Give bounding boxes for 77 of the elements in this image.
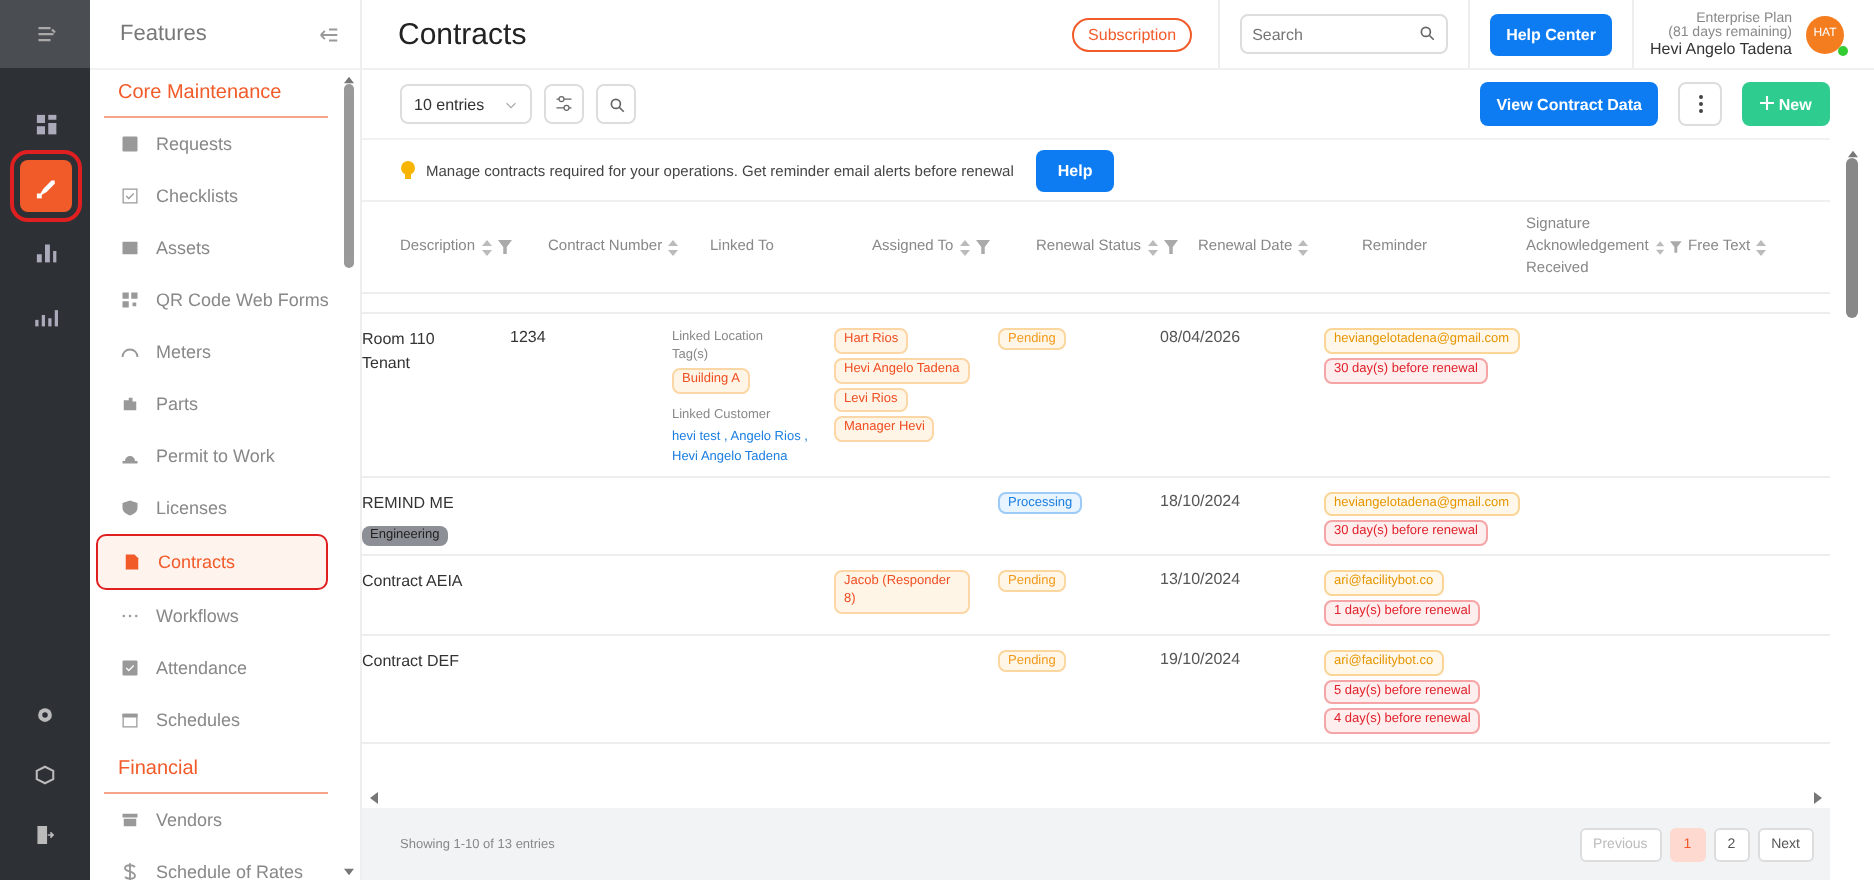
table-cell: 18/10/2024: [1160, 491, 1241, 510]
sort-icon[interactable]: [1298, 239, 1309, 255]
sort-icon[interactable]: [481, 239, 492, 255]
cube-icon: [34, 764, 56, 786]
table-cell: REMIND ME: [362, 491, 454, 516]
search-button[interactable]: [596, 84, 637, 124]
sidebar-item[interactable]: Checklists: [96, 170, 328, 222]
scrollbar-thumb[interactable]: [343, 84, 353, 268]
filter-icon[interactable]: [497, 240, 512, 254]
subscription-button[interactable]: Subscription: [1072, 17, 1193, 51]
table-cell: 1234: [510, 328, 546, 346]
panel-title: Features: [120, 22, 207, 46]
sidebar-item[interactable]: Contracts: [96, 534, 328, 590]
sliders-icon: [554, 94, 575, 114]
filter-icon[interactable]: [1163, 240, 1178, 254]
sidebar-item[interactable]: Vendors: [96, 794, 328, 846]
table-cell: Contract AEIA: [362, 570, 463, 595]
sidebar-item[interactable]: Workflows: [96, 590, 328, 642]
sidebar-item[interactable]: Licenses: [96, 482, 328, 534]
logout-icon: [34, 824, 56, 846]
dollar-icon: [120, 862, 140, 880]
sort-icon[interactable]: [1656, 239, 1665, 255]
search-field[interactable]: Search: [1240, 14, 1449, 54]
sort-icon[interactable]: [668, 239, 679, 255]
chevron-down-icon: [504, 97, 519, 111]
sidebar-item[interactable]: Parts: [96, 378, 328, 430]
view-contract-data-button[interactable]: View Contract Data: [1480, 82, 1658, 126]
sort-icon[interactable]: [959, 239, 970, 255]
document-icon: [122, 552, 142, 572]
calendar-check-icon: [120, 658, 140, 678]
table-cell: 19/10/2024: [1160, 649, 1241, 668]
scroll-right-icon[interactable]: [1814, 792, 1822, 804]
entries-dropdown[interactable]: 10 entries: [400, 84, 533, 124]
filter-icon[interactable]: [975, 240, 990, 254]
more-options-button[interactable]: [1678, 82, 1722, 126]
scrollbar-thumb[interactable]: [1846, 158, 1858, 318]
section-heading: Financial: [104, 746, 328, 794]
sidebar-item[interactable]: QR Code Web Forms: [96, 274, 328, 326]
sidebar-item[interactable]: Requests: [96, 118, 328, 170]
sort-icon[interactable]: [1756, 239, 1767, 255]
sidebar-item[interactable]: Assets: [96, 222, 328, 274]
filter-settings-button[interactable]: [544, 84, 585, 124]
table-cell: 13/10/2024: [1160, 570, 1241, 589]
table-cell: 08/04/2026: [1160, 328, 1241, 346]
collapse-icon: [318, 23, 340, 45]
help-center-button[interactable]: Help Center: [1490, 13, 1612, 55]
help-button[interactable]: Help: [1035, 149, 1115, 191]
shield-icon: [120, 498, 140, 518]
sidebar-item[interactable]: Meters: [96, 326, 328, 378]
scroll-down-icon[interactable]: [343, 868, 353, 876]
section-heading: Core Maintenance: [104, 70, 328, 118]
sidebar-item[interactable]: Attendance: [96, 642, 328, 694]
sort-icon[interactable]: [1147, 239, 1158, 255]
lightbulb-icon: [400, 160, 416, 180]
table-cell: Contract DEF: [362, 649, 459, 674]
store-icon: [120, 810, 140, 830]
menu-icon: [33, 22, 57, 46]
filter-icon[interactable]: [1670, 240, 1682, 254]
page-title: Contracts: [396, 17, 529, 51]
search-icon: [1418, 24, 1437, 42]
sidebar-item[interactable]: Schedules: [96, 694, 328, 746]
checklist-icon: [120, 186, 140, 206]
settings-icon: [34, 704, 56, 726]
new-button[interactable]: New: [1742, 82, 1830, 126]
sidebar-item[interactable]: Schedule of Rates: [96, 846, 328, 880]
qr-code-icon: [120, 290, 140, 310]
dashboard-icon: [32, 109, 58, 135]
user-name: Hevi Angelo Tadena: [1649, 39, 1792, 57]
nav-rail-item[interactable]: [19, 160, 71, 212]
search-icon: [607, 95, 626, 113]
plus-icon: [1760, 95, 1775, 109]
calendar-icon: [120, 710, 140, 730]
scroll-left-icon[interactable]: [370, 792, 378, 804]
sidebar-item[interactable]: Permit to Work: [96, 430, 328, 482]
kebab-icon: [1697, 94, 1703, 114]
online-status-dot: [1838, 45, 1848, 55]
table-cell-text: Room 110 Tenant: [362, 328, 437, 376]
